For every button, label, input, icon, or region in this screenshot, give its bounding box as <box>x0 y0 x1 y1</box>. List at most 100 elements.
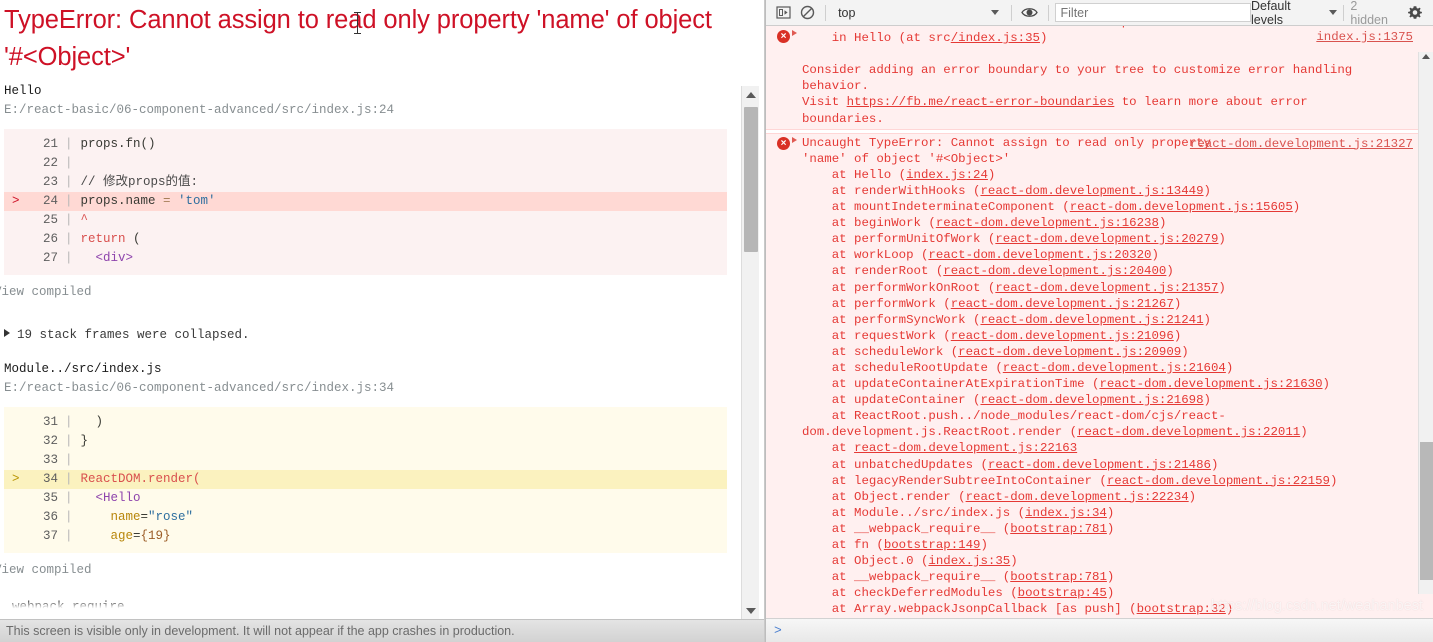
stack-line: at unbatchedUpdates (react-dom.developme… <box>802 457 1219 472</box>
stack-source-link[interactable]: react-dom.development.js:21604 <box>1003 361 1226 375</box>
hidden-messages-count: 2 hidden <box>1350 0 1388 27</box>
log-levels-label: Default levels <box>1251 0 1291 27</box>
execution-context-select[interactable]: top <box>832 3 1005 23</box>
stack-source-link[interactable]: react-dom.development.js:21267 <box>951 297 1174 311</box>
console-filter-input[interactable] <box>1054 3 1251 22</box>
stack-line: at mountIndeterminateComponent (react-do… <box>802 200 1301 215</box>
frame-path: E:/react-basic/06-component-advanced/src… <box>4 381 395 395</box>
stack-source-link[interactable]: bootstrap:781 <box>1010 570 1107 584</box>
clear-console-icon[interactable] <box>796 2 820 24</box>
log-levels-dropdown[interactable]: Default levels <box>1251 0 1338 27</box>
stack-source-link[interactable]: bootstrap:781 <box>1010 522 1107 536</box>
message-header: Uncaught TypeError: Cannot assign to rea… <box>802 135 1219 166</box>
react-error-overlay: TypeError: Cannot assign to read only pr… <box>0 0 765 642</box>
error-badge-icon: × <box>777 30 790 43</box>
console-message-list[interactable]: × index.js:1375 The above error occurred… <box>766 26 1433 618</box>
stack-source-link[interactable]: index.js:24 <box>906 168 988 182</box>
inspect-element-icon[interactable] <box>772 2 796 24</box>
stack-source-link[interactable]: react-dom.development.js:22159 <box>1107 474 1330 488</box>
stack-source-link[interactable]: react-dom.development.js:13449 <box>980 184 1203 198</box>
frame-name: Module../src/index.js <box>4 362 162 376</box>
stack-line: at Array.webpackJsonpCallback [as push] … <box>802 602 1234 617</box>
stack-source-link[interactable]: react-dom.development.js:22163 <box>854 441 1077 455</box>
stack-source-link[interactable]: react-dom.development.js:15605 <box>1070 200 1293 214</box>
stack-line: at main.chunk.js:1 <box>802 617 1411 618</box>
chevron-right-icon <box>4 329 10 337</box>
console-message-uncaught-typeerror[interactable]: × react-dom.development.js:21327 Uncaugh… <box>766 132 1433 618</box>
source-link[interactable]: index.js:1375 <box>1316 29 1413 45</box>
react-error-boundaries-link[interactable]: https://fb.me/react-error-boundaries <box>847 95 1115 109</box>
message-line <box>802 46 1411 62</box>
chevron-right-icon[interactable] <box>792 136 797 143</box>
gear-icon[interactable] <box>1403 2 1427 24</box>
inline-source-link[interactable]: /index.js:35 <box>951 31 1040 45</box>
execution-context-value: top <box>838 5 856 20</box>
console-scrollbar[interactable] <box>1418 52 1433 594</box>
stack-source-link[interactable]: react-dom.development.js:20279 <box>995 232 1218 246</box>
stack-source-link[interactable]: bootstrap:149 <box>884 538 981 552</box>
overlay-scrollbar-thumb[interactable] <box>744 107 758 252</box>
stack-line: at Hello (index.js:24) <box>802 167 996 182</box>
collapsed-frames-label: 19 stack frames were collapsed. <box>17 328 250 342</box>
toolbar-divider-4 <box>1343 4 1345 21</box>
error-title: TypeError: Cannot assign to read only pr… <box>4 6 712 71</box>
footer-note-text: This screen is visible only in developme… <box>6 624 515 638</box>
overlay-scrollbar[interactable] <box>741 86 759 619</box>
message-line: Visit https://fb.me/react-error-boundari… <box>802 95 1308 110</box>
prompt-caret-icon: > <box>774 623 782 638</box>
view-compiled-link-2[interactable]: View compiled <box>0 563 92 577</box>
overlay-scroll-region[interactable]: TypeError: Cannot assign to read only pr… <box>0 0 741 620</box>
scroll-up-arrow-icon[interactable] <box>742 86 760 103</box>
stack-source-link[interactable]: react-dom.development.js:21096 <box>951 329 1174 343</box>
stack-line: at react-dom.development.js:22163 <box>802 441 1078 456</box>
frame-path: E:/react-basic/06-component-advanced/src… <box>4 103 395 117</box>
stack-source-link[interactable]: react-dom.development.js:20320 <box>928 248 1151 262</box>
stack-line: at ReactRoot.push../node_modules/react-d… <box>802 409 1308 440</box>
toolbar-divider-1 <box>825 4 827 21</box>
frame-name: Hello <box>4 84 42 98</box>
live-expression-eye-icon[interactable] <box>1018 2 1042 24</box>
stack-source-link[interactable]: react-dom.development.js:16238 <box>936 216 1159 230</box>
console-message-react-warning[interactable]: × index.js:1375 The above error occurred… <box>766 26 1433 130</box>
chevron-right-icon[interactable] <box>792 30 797 36</box>
stack-source-link[interactable]: react-dom.development.js:21486 <box>988 458 1211 472</box>
code-snippet-hello: 21 | props.fn() 22 | 23 |// 修改props的值: >24 | p… <box>4 129 727 275</box>
source-link[interactable]: react-dom.development.js:21327 <box>1190 136 1413 152</box>
toolbar-divider-3 <box>1047 4 1049 21</box>
text-cursor-icon <box>354 12 361 34</box>
error-badge-icon: × <box>777 136 790 150</box>
chevron-down-icon <box>991 10 999 15</box>
stack-frame-module-index: Module../src/index.js E:/react-basic/06-… <box>0 360 727 578</box>
console-prompt[interactable]: > <box>766 618 1433 642</box>
message-line: behavior. <box>802 79 869 94</box>
stack-source-link[interactable]: index.js:35 <box>928 554 1010 568</box>
collapsed-frames-toggle[interactable]: 19 stack frames were collapsed. <box>4 328 727 342</box>
chevron-down-icon <box>1329 10 1338 15</box>
stack-line: at checkDeferredModules (bootstrap:45) <box>802 586 1115 601</box>
stack-source-link[interactable]: index.js:34 <box>1025 506 1107 520</box>
stack-source-link[interactable]: react-dom.development.js:22011 <box>1077 425 1300 439</box>
message-line: boundaries. <box>802 111 884 126</box>
stack-line: at fn (bootstrap:149) <box>802 538 988 552</box>
stack-source-link[interactable]: react-dom.development.js:20909 <box>958 345 1181 359</box>
stack-source-link[interactable]: bootstrap:45 <box>1018 586 1107 600</box>
stack-line: at performUnitOfWork (react-dom.developm… <box>802 232 1226 247</box>
stack-line: at performWorkOnRoot (react-dom.developm… <box>802 280 1226 295</box>
stack-source-link[interactable]: react-dom.development.js:20400 <box>943 264 1166 278</box>
scroll-down-arrow-icon[interactable] <box>742 602 760 619</box>
console-scrollbar-thumb[interactable] <box>1420 442 1433 580</box>
toolbar-divider-2 <box>1011 4 1012 21</box>
stack-source-link[interactable]: bootstrap:32 <box>1137 602 1226 616</box>
scroll-up-arrow-icon[interactable] <box>1422 54 1430 59</box>
stack-source-link[interactable]: react-dom.development.js:21241 <box>980 313 1203 327</box>
stack-source-link[interactable]: react-dom.development.js:21357 <box>995 281 1218 295</box>
stack-line: at Object.render (react-dom.development.… <box>802 489 1197 504</box>
overlay-footer-note: This screen is visible only in developme… <box>0 619 764 642</box>
stack-line: at workLoop (react-dom.development.js:20… <box>802 248 1159 263</box>
stack-source-link[interactable]: react-dom.development.js:22234 <box>966 490 1189 504</box>
view-compiled-link-1[interactable]: View compiled <box>0 285 92 299</box>
cut-off-next-frame-label: webpack_require <box>12 600 125 614</box>
stack-source-link[interactable]: react-dom.development.js:21630 <box>1099 377 1322 391</box>
stack-source-link[interactable]: react-dom.development.js:21698 <box>980 393 1203 407</box>
stack-line: at performSyncWork (react-dom.developmen… <box>802 312 1211 327</box>
